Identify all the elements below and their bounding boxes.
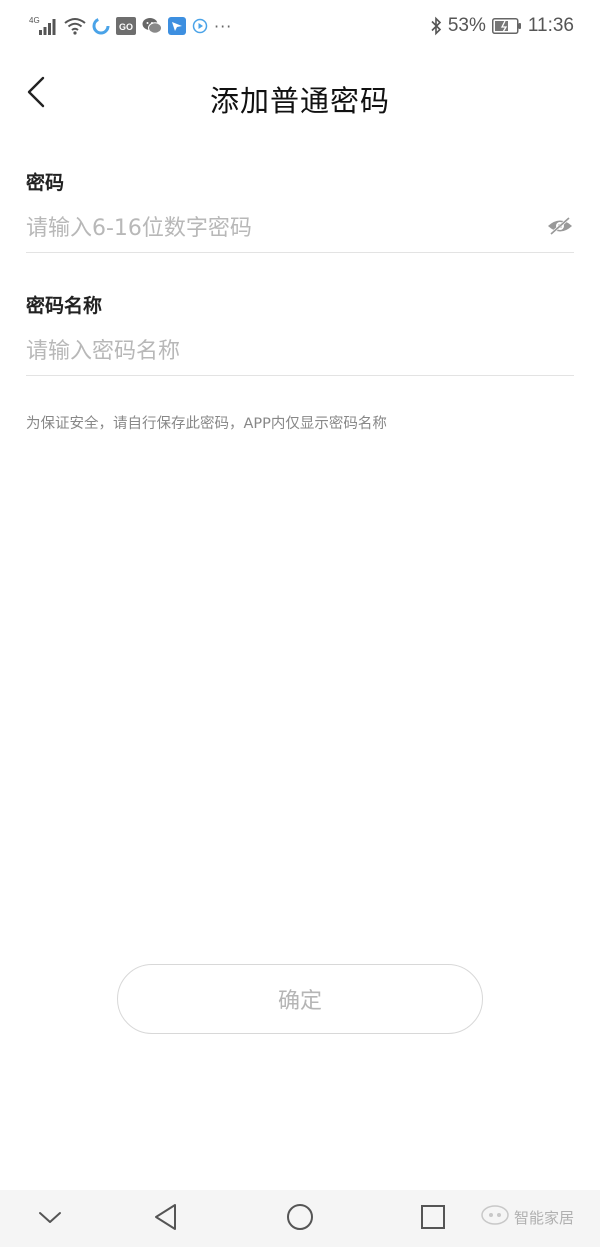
wechat-icon [142, 17, 162, 35]
navigation-bar: 智能家居 [0, 1190, 600, 1247]
page-title: 添加普通密码 [209, 84, 390, 118]
confirm-button[interactable]: 确定 [117, 964, 483, 1034]
password-field-wrap [26, 208, 574, 253]
nav-back-button[interactable] [146, 1200, 186, 1238]
signal-icon: 4G [28, 15, 58, 37]
wifi-icon [64, 17, 86, 35]
password-input[interactable] [26, 208, 526, 248]
battery-icon [491, 18, 522, 34]
hide-keyboard-button[interactable] [30, 1200, 70, 1238]
password-visibility-toggle[interactable] [546, 216, 574, 240]
status-bar-right: 53% 11:36 [430, 13, 574, 39]
header: 添加普通密码 [0, 60, 600, 130]
back-triangle-icon [153, 1203, 179, 1235]
network-type: 4G [29, 16, 40, 25]
watermark-text: 智能家居 [513, 1208, 574, 1227]
go-app-icon: GO [116, 17, 136, 35]
security-hint: 为保证安全，请自行保存此密码，APP内仅显示密码名称 [26, 416, 387, 432]
sync-icon [92, 17, 110, 35]
feishu-icon [168, 17, 186, 35]
battery-percent: 53% [447, 15, 486, 36]
recents-square-icon [420, 1204, 446, 1234]
password-name-input[interactable] [26, 331, 526, 371]
nav-home-button[interactable] [280, 1200, 320, 1238]
status-bar-left: 4G GO ··· [28, 13, 232, 39]
password-label: 密码 [26, 172, 65, 194]
clock-time: 11:36 [527, 15, 574, 36]
password-name-label: 密码名称 [26, 295, 103, 317]
watermark: 智能家居 [480, 1204, 574, 1230]
chevron-down-icon [38, 1210, 62, 1229]
nav-recents-button[interactable] [413, 1200, 453, 1238]
watermark-logo-icon [480, 1204, 510, 1230]
more-notifications-icon: ··· [214, 16, 233, 36]
home-circle-icon [286, 1203, 314, 1235]
go-app-label: GO [119, 22, 133, 32]
password-name-field-wrap [26, 331, 574, 376]
play-icon [192, 18, 208, 34]
bluetooth-icon [430, 16, 442, 36]
status-bar: 4G GO ··· 53% 11:36 [0, 0, 600, 52]
eye-off-icon [547, 216, 573, 240]
